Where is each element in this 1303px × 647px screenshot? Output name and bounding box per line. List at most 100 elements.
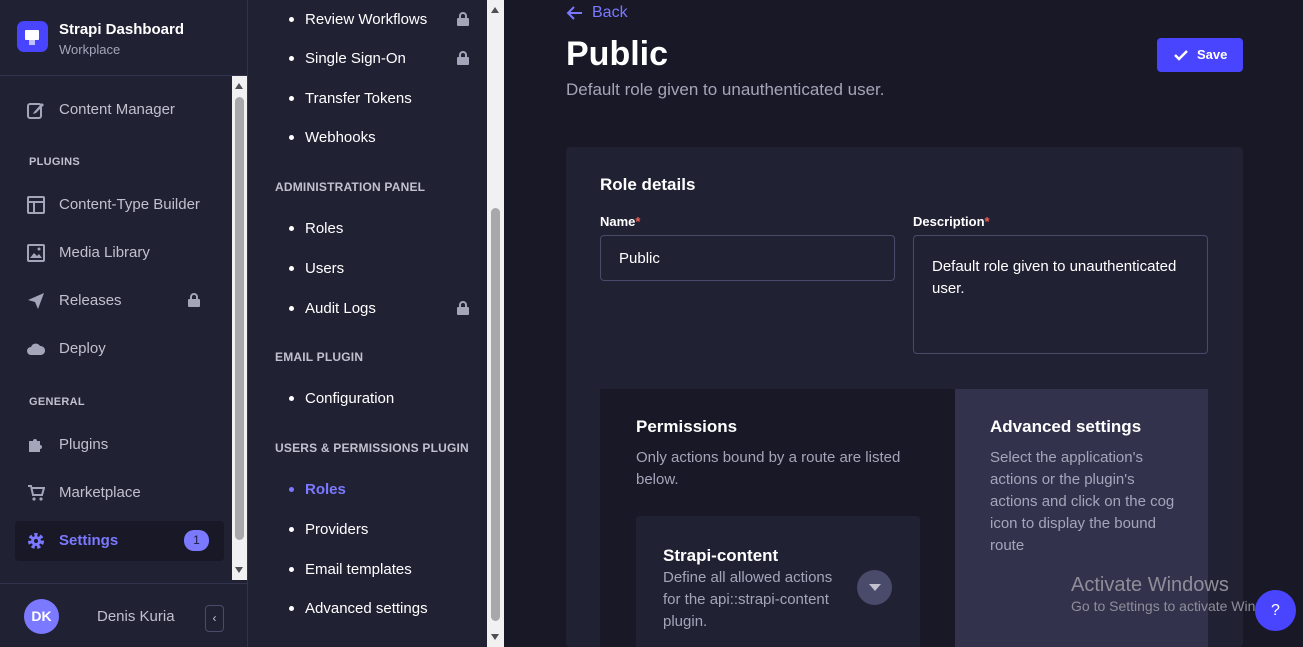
sub-item-users[interactable]: Users — [248, 250, 486, 286]
arrow-left-icon[interactable] — [566, 4, 584, 22]
nav-item-label: Deploy — [59, 340, 106, 357]
scroll-up-arrow-icon[interactable] — [235, 83, 243, 89]
scroll-down-arrow-icon[interactable] — [235, 567, 243, 573]
required-asterisk: * — [984, 214, 990, 229]
help-button[interactable]: ? — [1255, 590, 1296, 631]
brand-subtitle: Workplace — [59, 42, 121, 57]
bullet-icon — [289, 96, 294, 101]
nav-item-media-library[interactable]: Media Library — [15, 233, 224, 273]
avatar[interactable]: DK — [24, 599, 59, 634]
accordion-title[interactable]: Strapi-content — [663, 546, 778, 566]
lock-icon — [456, 301, 470, 315]
sub-item-webhooks[interactable]: Webhooks — [248, 119, 486, 155]
settings-sub-navigation: Review Workflows Single Sign-On Transfer… — [248, 0, 504, 647]
sub-item-label: Single Sign-On — [305, 50, 406, 67]
collapse-nav-button[interactable]: ‹ — [205, 605, 224, 632]
nav-item-marketplace[interactable]: Marketplace — [15, 473, 224, 513]
puzzle-icon — [27, 436, 45, 454]
nav-item-releases[interactable]: Releases — [15, 281, 224, 321]
scroll-up-arrow-icon[interactable] — [491, 7, 499, 13]
lock-icon — [456, 51, 470, 65]
sub-item-providers[interactable]: Providers — [248, 511, 486, 547]
sub-item-single-sign-on[interactable]: Single Sign-On — [248, 40, 486, 76]
save-button[interactable]: Save — [1157, 38, 1243, 72]
bullet-icon — [289, 396, 294, 401]
nav-item-label: Settings — [59, 532, 119, 549]
name-field-label: Name* — [600, 214, 641, 229]
sub-item-label: Transfer Tokens — [305, 90, 412, 107]
advanced-settings-description: Select the application's actions or the … — [990, 449, 1175, 554]
sub-item-transfer-tokens[interactable]: Transfer Tokens — [248, 80, 486, 116]
nav-item-content-manager[interactable]: Content Manager — [15, 90, 224, 130]
administration-panel-heading: ADMINISTRATION PANEL — [275, 180, 426, 194]
sub-item-audit-logs[interactable]: Audit Logs — [248, 290, 486, 326]
image-icon — [27, 244, 45, 262]
brand-header: Strapi Dashboard Workplace — [0, 0, 247, 76]
sub-item-advanced-settings[interactable]: Advanced settings — [248, 590, 486, 626]
nav-item-label: Media Library — [59, 244, 150, 261]
main-navigation: Strapi Dashboard Workplace Content Manag… — [0, 0, 248, 647]
description-field-label: Description* — [913, 214, 990, 229]
user-name[interactable]: Denis Kuria — [97, 608, 175, 625]
page-subtitle: Default role given to unauthenticated us… — [566, 80, 885, 99]
scrollbar-thumb[interactable] — [235, 97, 244, 540]
bullet-icon — [289, 226, 294, 231]
nav-item-label: Marketplace — [59, 484, 141, 501]
nav-item-settings[interactable]: Settings 1 — [15, 521, 224, 561]
back-link[interactable]: Back — [592, 4, 628, 22]
pencil-icon — [27, 101, 45, 119]
plugins-section-heading: PLUGINS — [29, 156, 80, 168]
advanced-settings-heading: Advanced settings — [990, 417, 1142, 436]
sub-item-label: Review Workflows — [305, 11, 428, 28]
name-field[interactable] — [600, 235, 895, 281]
role-details-heading: Role details — [600, 175, 696, 194]
check-icon — [1174, 48, 1188, 62]
sub-item-label: Webhooks — [305, 129, 376, 146]
scroll-down-arrow-icon[interactable] — [491, 634, 499, 640]
page-title: Public — [566, 35, 669, 73]
lock-icon — [187, 293, 201, 307]
description-field[interactable]: Default role given to unauthenticated us… — [913, 235, 1208, 354]
sub-item-label: Advanced settings — [305, 600, 428, 617]
bullet-icon — [289, 567, 294, 572]
nav-item-label: Releases — [59, 292, 122, 309]
sub-item-label: Email templates — [305, 561, 412, 578]
bullet-icon — [289, 487, 294, 492]
bullet-icon — [289, 606, 294, 611]
bullet-icon — [289, 527, 294, 532]
bullet-icon — [289, 17, 294, 22]
sub-item-label: Roles — [305, 481, 346, 498]
main-nav-scrollbar[interactable] — [232, 76, 247, 580]
chevron-down-icon[interactable] — [857, 570, 892, 605]
sub-item-email-templates[interactable]: Email templates — [248, 551, 486, 587]
nav-item-content-type-builder[interactable]: Content-Type Builder — [15, 185, 224, 225]
layout-icon — [27, 196, 45, 214]
bullet-icon — [289, 266, 294, 271]
permissions-description: Only actions bound by a route are listed… — [636, 449, 901, 488]
brand-title: Strapi Dashboard — [59, 21, 185, 38]
scrollbar-thumb[interactable] — [491, 208, 500, 621]
chevron-left-icon: ‹ — [212, 611, 217, 625]
sub-item-label: Providers — [305, 521, 369, 538]
cloud-icon — [27, 340, 45, 358]
nav-item-deploy[interactable]: Deploy — [15, 329, 224, 369]
sub-item-label: Roles — [305, 220, 344, 237]
activate-windows-title: Activate Windows — [1071, 574, 1229, 596]
strapi-logo-icon — [17, 21, 48, 52]
sub-nav-scrollbar[interactable] — [487, 0, 504, 647]
lock-icon — [456, 12, 470, 26]
nav-item-label: Content Manager — [59, 101, 175, 118]
users-permissions-plugin-heading: USERS & PERMISSIONS PLUGIN — [275, 441, 469, 455]
nav-item-label: Plugins — [59, 436, 109, 453]
nav-item-plugins[interactable]: Plugins — [15, 425, 224, 465]
sub-item-label: Audit Logs — [305, 300, 376, 317]
accordion-description: Define all allowed actions for the api::… — [663, 569, 833, 630]
bullet-icon — [289, 135, 294, 140]
sub-item-review-workflows[interactable]: Review Workflows — [248, 1, 486, 37]
sub-item-roles[interactable]: Roles — [248, 210, 486, 246]
sub-item-configuration[interactable]: Configuration — [248, 380, 486, 416]
gear-icon — [27, 532, 45, 550]
sub-item-label: Configuration — [305, 390, 395, 407]
sub-item-up-roles[interactable]: Roles — [248, 471, 489, 509]
save-button-label: Save — [1197, 47, 1228, 62]
